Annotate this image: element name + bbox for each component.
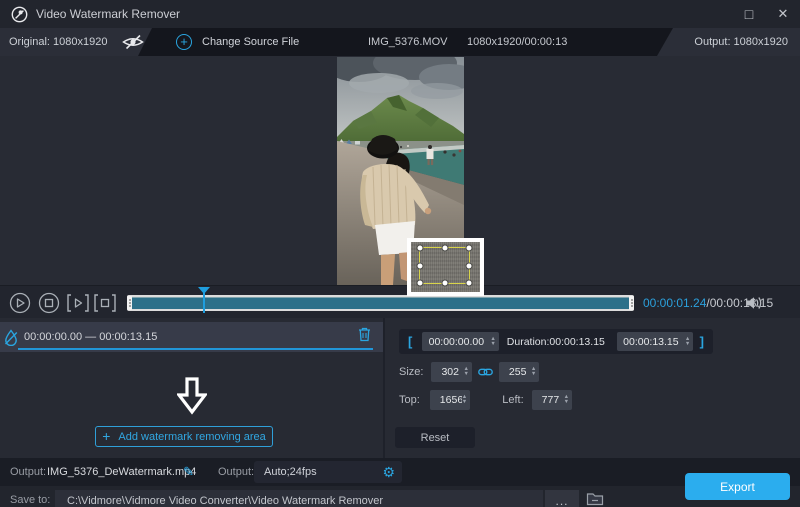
size-width-field: ▲▼ (431, 362, 471, 382)
spin-down-icon[interactable]: ▼ (463, 372, 468, 377)
watermark-area-callout[interactable] (407, 238, 484, 296)
source-file-name: IMG_5376.MOV (368, 28, 447, 56)
rename-pencil-icon[interactable]: ✎ (183, 458, 194, 486)
save-bar: Save to: ... (0, 486, 800, 507)
title-bar: Video Watermark Remover □ ✕ (0, 0, 800, 28)
output-format-select[interactable]: Auto;24fps ⚙ (254, 461, 402, 483)
spin-down-icon[interactable]: ▼ (531, 372, 536, 377)
total-time: /00:00:13.15 (706, 296, 773, 310)
bottom-panels: 00:00:00.00 — 00:00:13.15 + Add watermar… (0, 318, 800, 458)
size-height-input[interactable] (499, 366, 531, 378)
current-time: 00:00:01.24 (643, 296, 706, 310)
change-source-file-label: Change Source File (202, 36, 299, 48)
timeline-end-handle[interactable] (629, 296, 634, 310)
segment-time-range: 00:00:00.00 — 00:00:13.15 (24, 331, 157, 343)
trim-end-bracket[interactable]: ] (700, 334, 704, 349)
segment-trim-row: [ ▲▼ Duration:00:00:13.15 ▲▼ ] (399, 329, 713, 354)
change-source-file-button[interactable]: + Change Source File (176, 28, 299, 56)
end-time-input[interactable] (617, 336, 685, 348)
plus-circle-icon: + (176, 34, 192, 50)
selection-handle[interactable] (441, 245, 448, 252)
output-resolution-label: Output: 1080x1920 (694, 36, 788, 48)
close-button[interactable]: ✕ (774, 6, 792, 22)
add-watermark-area-label: Add watermark removing area (118, 431, 265, 443)
start-time-field: ▲▼ (422, 332, 498, 351)
watermark-selection-box[interactable] (419, 247, 470, 284)
selection-handle[interactable] (466, 262, 473, 269)
video-preview-area (0, 56, 800, 285)
open-folder-icon[interactable] (586, 491, 604, 506)
size-row: Size: ▲▼ ▲▼ (399, 362, 539, 382)
spin-down-icon[interactable]: ▼ (462, 400, 467, 405)
add-watermark-area-button[interactable]: + Add watermark removing area (95, 426, 273, 447)
selection-handle[interactable] (417, 245, 424, 252)
playback-controls: 00:00:01.24/00:00:13.15 (0, 285, 800, 318)
original-resolution-label: Original: 1080x1920 (9, 36, 107, 48)
plus-icon: + (102, 429, 110, 443)
app-logo-icon (10, 5, 28, 23)
source-toolbar: Original: 1080x1920 + Change Source File… (0, 28, 800, 56)
browse-button[interactable]: ... (545, 490, 579, 507)
duration-label: Duration:00:00:13.15 (507, 336, 605, 348)
selection-handle[interactable] (417, 262, 424, 269)
format-settings-gear-icon[interactable]: ⚙ (382, 465, 395, 479)
delete-segment-icon[interactable] (358, 327, 371, 342)
link-aspect-icon[interactable] (478, 367, 493, 377)
position-row: Top: ▲▼ Left: ▲▼ (399, 390, 572, 410)
output-file-name: IMG_5376_DeWatermark.mp4 (47, 458, 196, 486)
size-width-input[interactable] (431, 366, 463, 378)
selection-handle[interactable] (466, 280, 473, 287)
selection-handle[interactable] (466, 245, 473, 252)
end-time-field: ▲▼ (617, 332, 693, 351)
size-height-field: ▲▼ (499, 362, 539, 382)
output-info-section: Output: 1080x1920 (657, 28, 800, 56)
save-to-label: Save to: (10, 494, 50, 506)
frame-play-button[interactable] (66, 291, 90, 315)
panel-divider (383, 318, 385, 458)
start-time-input[interactable] (422, 336, 490, 348)
app-window: Video Watermark Remover □ ✕ Original: 10… (0, 0, 800, 507)
size-label: Size: (399, 366, 423, 378)
timeline-start-handle[interactable] (127, 296, 132, 310)
window-title: Video Watermark Remover (36, 7, 180, 21)
eye-slash-icon[interactable] (121, 34, 145, 50)
reset-button[interactable]: Reset (395, 427, 475, 448)
left-field: ▲▼ (532, 390, 572, 410)
left-label: Left: (502, 394, 523, 406)
output-format-label: Output: (218, 458, 254, 486)
selection-handle[interactable] (441, 280, 448, 287)
segment-active-underline (18, 348, 373, 350)
output-format-value: Auto;24fps (264, 466, 317, 478)
watermark-drop-icon (4, 329, 18, 346)
playhead-line (203, 293, 205, 313)
down-arrow-hint-icon (177, 377, 207, 418)
stop-button[interactable] (37, 291, 61, 315)
original-info-section: Original: 1080x1920 (0, 28, 165, 56)
timeline-selected-range (132, 297, 629, 309)
trim-start-bracket[interactable]: [ (408, 334, 412, 349)
watermark-segment-row[interactable]: 00:00:00.00 — 00:00:13.15 (0, 322, 383, 352)
output-name-label: Output: (10, 458, 46, 486)
selection-handle[interactable] (417, 280, 424, 287)
spin-down-icon[interactable]: ▼ (685, 342, 690, 347)
output-bar: Output: IMG_5376_DeWatermark.mp4 ✎ Outpu… (0, 458, 800, 486)
volume-icon[interactable] (746, 286, 763, 319)
source-file-meta: 1080x1920/00:00:13 (467, 28, 567, 56)
frame-stop-button[interactable] (93, 291, 117, 315)
save-path-input[interactable] (55, 490, 543, 507)
export-button[interactable]: Export (685, 473, 790, 500)
play-button[interactable] (8, 291, 32, 315)
top-field: ▲▼ (430, 390, 470, 410)
maximize-button[interactable]: □ (740, 6, 758, 22)
spin-down-icon[interactable]: ▼ (490, 342, 495, 347)
top-input[interactable] (430, 394, 462, 406)
spin-down-icon[interactable]: ▼ (564, 400, 569, 405)
top-label: Top: (399, 394, 420, 406)
left-input[interactable] (532, 394, 564, 406)
